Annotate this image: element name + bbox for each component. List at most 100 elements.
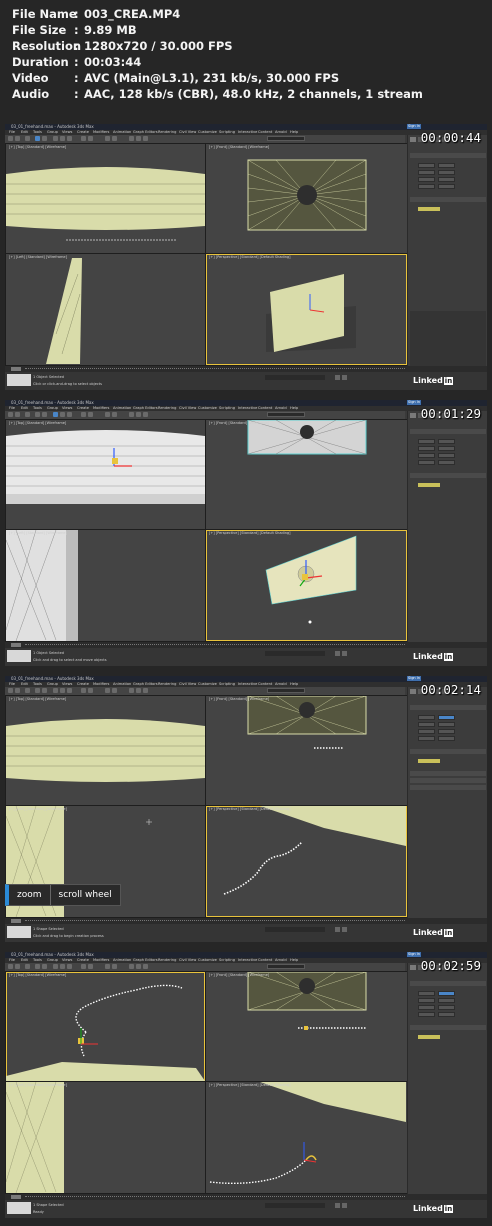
- viewport-label[interactable]: [+] [Left] [Standard] [Wireframe]: [9, 255, 67, 259]
- scale-icon[interactable]: [67, 412, 72, 417]
- viewport-front[interactable]: [+] [Front] [Standard] [Wireframe]: [206, 696, 407, 805]
- viewport-label[interactable]: [+] [Top] [Standard] [Wireframe]: [9, 421, 66, 425]
- object-color-swatch[interactable]: [418, 759, 440, 763]
- undo-icon[interactable]: [8, 412, 13, 417]
- align-icon[interactable]: [112, 964, 117, 969]
- viewport-label[interactable]: [+] [Top] [Standard] [Wireframe]: [9, 145, 66, 149]
- scale-icon[interactable]: [67, 136, 72, 141]
- viewport-label[interactable]: [+] [Left] [Standard] [Wireframe]: [9, 1083, 67, 1087]
- link-icon[interactable]: [25, 412, 30, 417]
- object-button[interactable]: [418, 177, 435, 182]
- render-setup-icon[interactable]: [136, 136, 141, 141]
- move-icon[interactable]: [53, 688, 58, 693]
- snap-icon[interactable]: [81, 964, 86, 969]
- render-icon[interactable]: [143, 136, 148, 141]
- object-button[interactable]: [418, 991, 435, 996]
- object-button[interactable]: [418, 722, 435, 727]
- object-button[interactable]: [438, 453, 455, 458]
- viewport-front[interactable]: [+] [Front] [Standard] [Wireframe]: [206, 144, 407, 253]
- object-button[interactable]: [438, 722, 455, 727]
- viewport-top[interactable]: [+] [Top] [Standard] [Wireframe]: [6, 972, 205, 1081]
- object-button[interactable]: [418, 736, 435, 741]
- rendering-rollout[interactable]: [410, 771, 486, 776]
- redo-icon[interactable]: [15, 964, 20, 969]
- link-icon[interactable]: [25, 688, 30, 693]
- next-frame-icon[interactable]: [342, 927, 347, 932]
- object-button[interactable]: [418, 1012, 435, 1017]
- object-type-rollout[interactable]: [410, 705, 486, 710]
- sign-in-button[interactable]: Sign In: [407, 952, 421, 957]
- selection-set-dropdown[interactable]: [267, 964, 305, 969]
- mirror-icon[interactable]: [105, 136, 110, 141]
- object-button[interactable]: [418, 453, 435, 458]
- object-button[interactable]: [418, 460, 435, 465]
- object-button[interactable]: [438, 170, 455, 175]
- interpolation-rollout[interactable]: [410, 778, 486, 783]
- object-type-rollout[interactable]: [410, 429, 486, 434]
- object-button[interactable]: [438, 177, 455, 182]
- angle-snap-icon[interactable]: [88, 964, 93, 969]
- selection-set-dropdown[interactable]: [267, 688, 305, 693]
- maxscript-listener[interactable]: [7, 650, 31, 662]
- viewport-top[interactable]: [+] [Top] [Standard] [Wireframe]: [6, 144, 205, 253]
- name-and-color-rollout[interactable]: [410, 749, 486, 754]
- align-icon[interactable]: [112, 412, 117, 417]
- select-by-name-icon[interactable]: [42, 136, 47, 141]
- name-and-color-rollout[interactable]: [410, 197, 486, 202]
- object-button[interactable]: [418, 439, 435, 444]
- align-icon[interactable]: [112, 688, 117, 693]
- create-tab-icon[interactable]: [410, 965, 416, 970]
- object-button[interactable]: [438, 729, 455, 734]
- animation-controls[interactable]: [265, 651, 325, 656]
- object-button[interactable]: [418, 446, 435, 451]
- mirror-icon[interactable]: [105, 688, 110, 693]
- render-icon[interactable]: [143, 688, 148, 693]
- snap-icon[interactable]: [81, 688, 86, 693]
- viewport-perspective[interactable]: [+] [Perspective] [Standard] [Default Sh…: [206, 1082, 407, 1193]
- rotate-icon[interactable]: [60, 688, 65, 693]
- snap-icon[interactable]: [81, 412, 86, 417]
- object-button[interactable]: [438, 439, 455, 444]
- redo-icon[interactable]: [15, 136, 20, 141]
- viewport-label[interactable]: [+] [Top] [Standard] [Wireframe]: [9, 697, 66, 701]
- align-icon[interactable]: [112, 136, 117, 141]
- freehand-button[interactable]: [438, 715, 455, 720]
- next-frame-icon[interactable]: [342, 1203, 347, 1208]
- viewport-front[interactable]: [+] [Front] [Standard] [Wireframe]: [206, 972, 407, 1081]
- link-icon[interactable]: [25, 136, 30, 141]
- object-button[interactable]: [438, 1012, 455, 1017]
- play-icon[interactable]: [335, 651, 340, 656]
- viewport-label[interactable]: [+] [Left] [Standard] [Wireframe]: [9, 531, 67, 535]
- object-button[interactable]: [438, 184, 455, 189]
- viewport-label[interactable]: [+] [Top] [Standard] [Wireframe]: [9, 973, 66, 977]
- next-frame-icon[interactable]: [342, 375, 347, 380]
- object-button[interactable]: [418, 170, 435, 175]
- sign-in-button[interactable]: Sign In: [407, 676, 421, 681]
- animation-controls[interactable]: [265, 927, 325, 932]
- object-color-swatch[interactable]: [418, 207, 440, 211]
- move-icon[interactable]: [53, 136, 58, 141]
- render-icon[interactable]: [143, 964, 148, 969]
- viewport-perspective[interactable]: [+] [Perspective] [Standard] [Default Sh…: [206, 530, 407, 641]
- viewport-label[interactable]: [+] [Front] [Standard] [Wireframe]: [209, 697, 269, 701]
- undo-icon[interactable]: [8, 136, 13, 141]
- snap-icon[interactable]: [81, 136, 86, 141]
- object-button[interactable]: [438, 460, 455, 465]
- viewport-label[interactable]: [+] [Perspective] [Standard] [Default Sh…: [209, 255, 291, 259]
- viewport-front[interactable]: [+] [Front] [Standard] [Wireframe]: [206, 420, 407, 529]
- mirror-icon[interactable]: [105, 964, 110, 969]
- freehand-button[interactable]: [438, 991, 455, 996]
- play-icon[interactable]: [335, 1203, 340, 1208]
- name-and-color-rollout[interactable]: [410, 1025, 486, 1030]
- object-button[interactable]: [418, 163, 435, 168]
- material-editor-icon[interactable]: [129, 964, 134, 969]
- object-button[interactable]: [418, 998, 435, 1003]
- move-icon[interactable]: [53, 412, 58, 417]
- select-by-name-icon[interactable]: [42, 688, 47, 693]
- viewport-perspective[interactable]: [+] [Perspective] [Standard] [Default Sh…: [206, 806, 407, 917]
- scale-icon[interactable]: [67, 964, 72, 969]
- viewport-top[interactable]: [+] [Top] [Standard] [Wireframe]: [6, 696, 205, 805]
- time-slider[interactable]: [11, 919, 21, 923]
- viewport-label[interactable]: [+] [Left] [Standard] [Wireframe]: [9, 807, 67, 811]
- viewport-label[interactable]: [+] [Perspective] [Standard] [Default Sh…: [209, 531, 291, 535]
